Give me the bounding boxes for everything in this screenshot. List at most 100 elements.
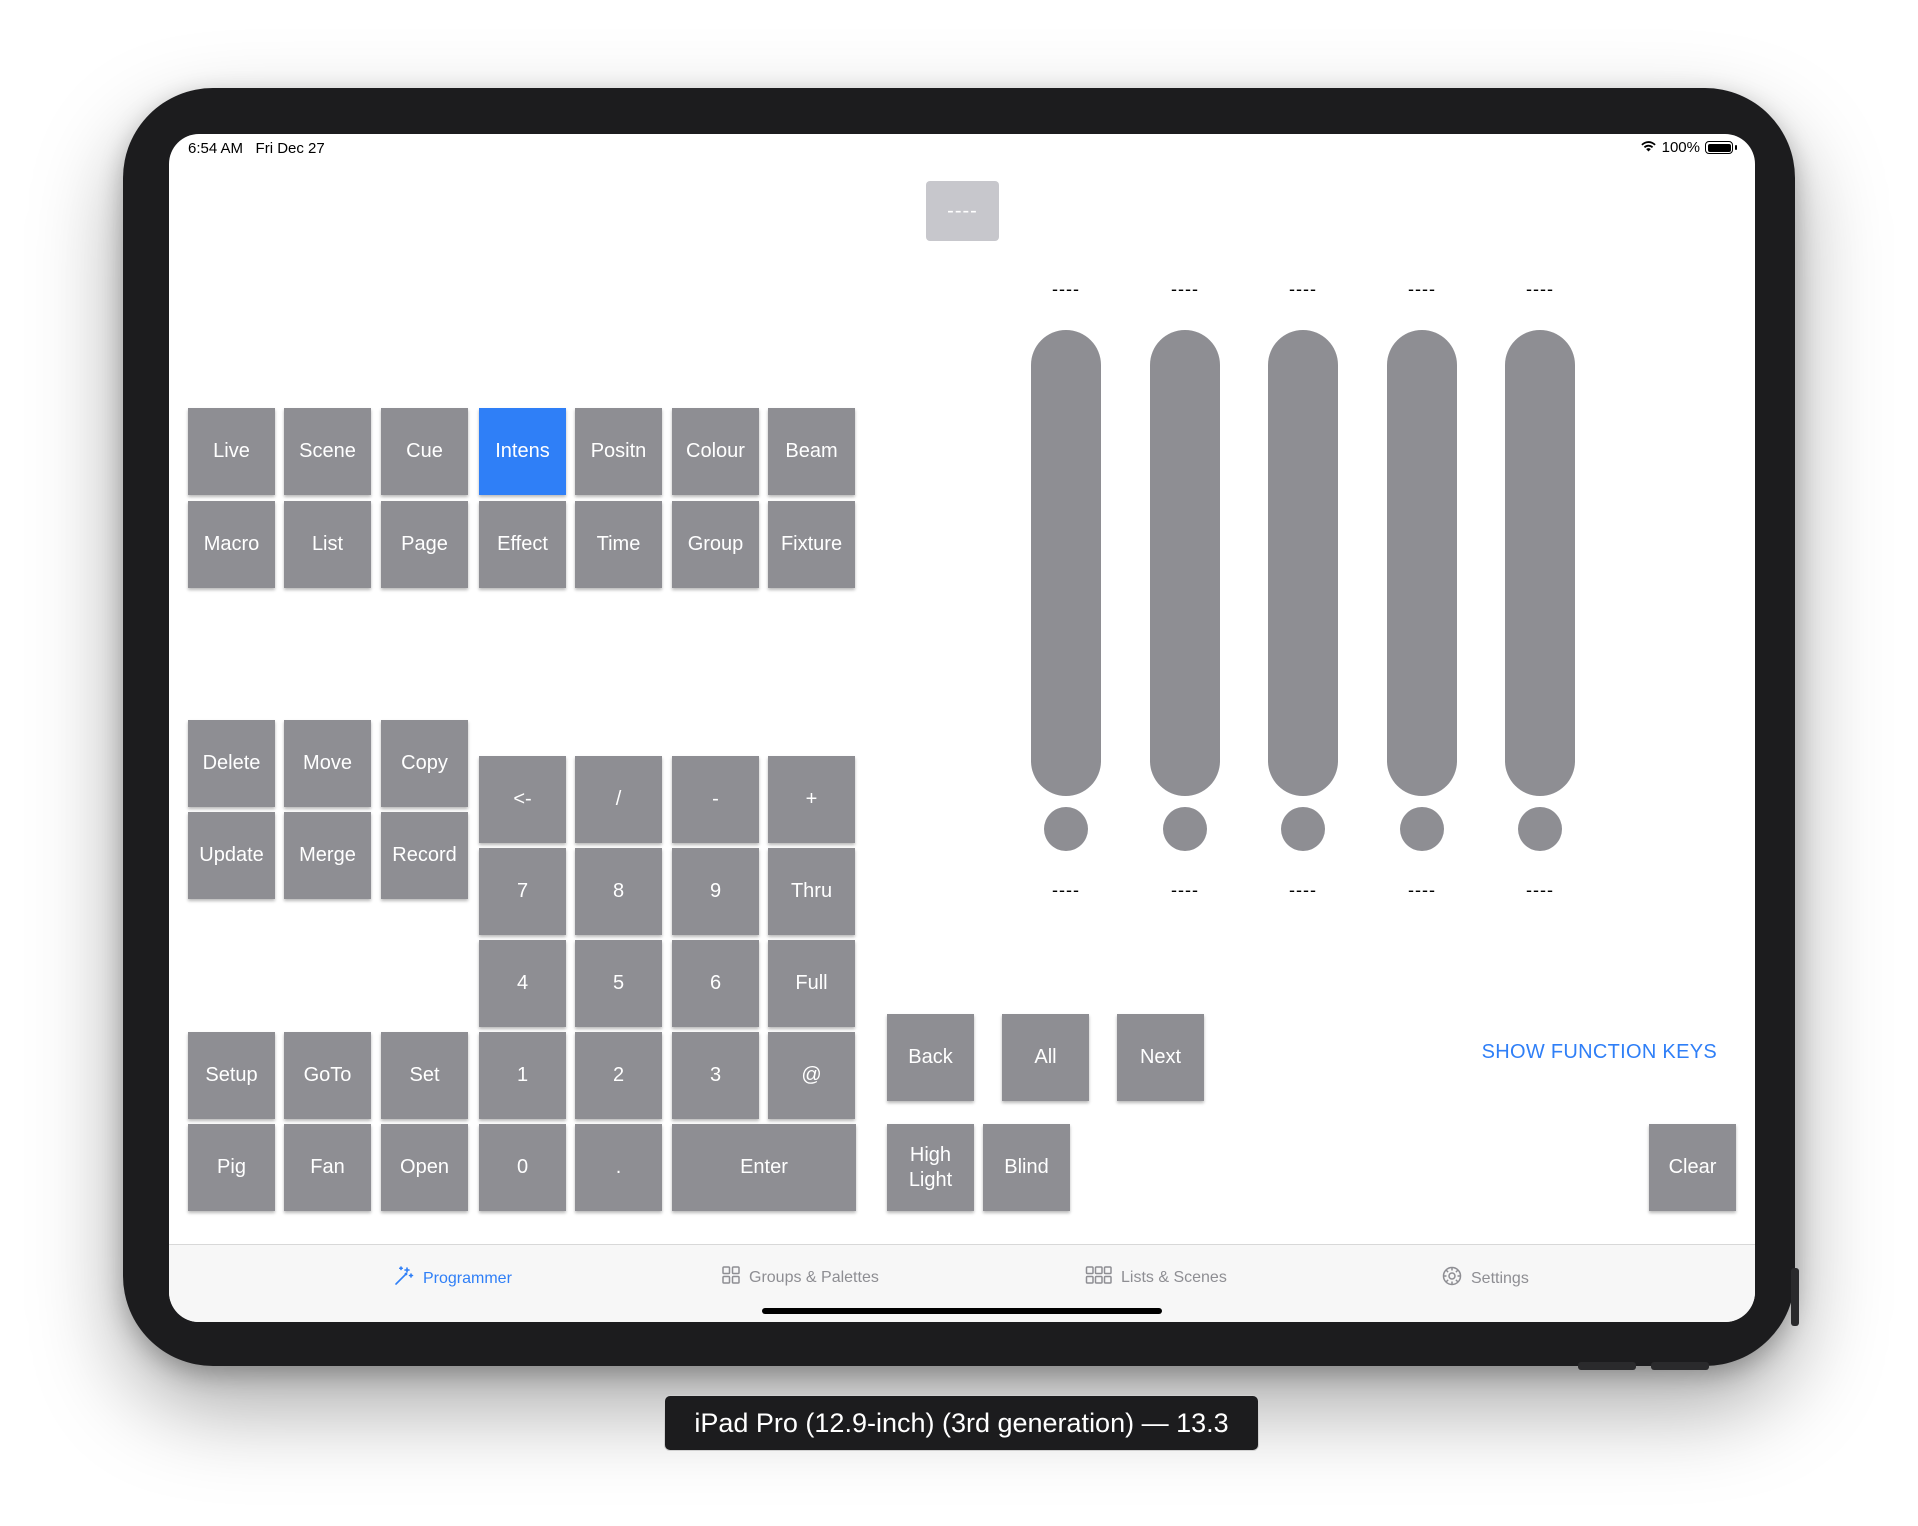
clear-button[interactable]: Clear	[1649, 1124, 1736, 1211]
digit-0-button[interactable]: 0	[479, 1124, 566, 1211]
enter-button[interactable]: Enter	[672, 1124, 856, 1211]
backspace-button[interactable]: <-	[479, 756, 566, 843]
tab-label: Settings	[1471, 1269, 1529, 1287]
live-button[interactable]: Live	[188, 408, 275, 495]
grid-2x2-icon	[721, 1265, 741, 1290]
volume-button	[1651, 1362, 1709, 1370]
home-indicator[interactable]	[762, 1308, 1162, 1314]
effect-button[interactable]: Effect	[479, 501, 566, 588]
fader-3-track[interactable]	[1268, 330, 1338, 796]
fader-3-top-label: ----	[1289, 279, 1317, 299]
fader-4-track[interactable]	[1387, 330, 1457, 796]
status-right: 100%	[1640, 139, 1737, 156]
fader-3-button[interactable]	[1281, 807, 1325, 851]
update-button[interactable]: Update	[188, 812, 275, 899]
open-button[interactable]: Open	[381, 1124, 468, 1211]
intens-button[interactable]: Intens	[479, 408, 566, 495]
minus-button[interactable]: -	[672, 756, 759, 843]
blind-button[interactable]: Blind	[983, 1124, 1070, 1211]
all-button[interactable]: All	[1002, 1014, 1089, 1101]
device-caption: iPad Pro (12.9-inch) (3rd generation) — …	[664, 1395, 1259, 1451]
group-button[interactable]: Group	[672, 501, 759, 588]
digit-1-button[interactable]: 1	[479, 1032, 566, 1119]
status-bar: 6:54 AM Fri Dec 27 100%	[169, 134, 1755, 162]
fan-button[interactable]: Fan	[284, 1124, 371, 1211]
battery-icon	[1705, 141, 1733, 154]
tab-bar: Programmer Groups & Palettes Lists & Sce…	[169, 1244, 1755, 1322]
tab-settings[interactable]: Settings	[1441, 1265, 1529, 1292]
fader-4-button[interactable]	[1400, 807, 1444, 851]
beam-button[interactable]: Beam	[768, 408, 855, 495]
fader-5-button[interactable]	[1518, 807, 1562, 851]
pig-button[interactable]: Pig	[188, 1124, 275, 1211]
show-function-keys-link[interactable]: SHOW FUNCTION KEYS	[1482, 1041, 1717, 1064]
gear-icon	[1441, 1265, 1463, 1292]
digit-7-button[interactable]: 7	[479, 848, 566, 935]
fader-2-bottom-label: ----	[1171, 880, 1199, 900]
volume-button	[1578, 1362, 1636, 1370]
command-display: ----	[926, 181, 999, 241]
tab-programmer[interactable]: Programmer	[393, 1265, 512, 1292]
digit-8-button[interactable]: 8	[575, 848, 662, 935]
macro-button[interactable]: Macro	[188, 501, 275, 588]
copy-button[interactable]: Copy	[381, 720, 468, 807]
digit-4-button[interactable]: 4	[479, 940, 566, 1027]
fader-1-track[interactable]	[1031, 330, 1101, 796]
ipad-screen: 6:54 AM Fri Dec 27 100% ---- Live Scene …	[169, 134, 1755, 1322]
positn-button[interactable]: Positn	[575, 408, 662, 495]
tab-label: Lists & Scenes	[1121, 1268, 1227, 1286]
divide-button[interactable]: /	[575, 756, 662, 843]
delete-button[interactable]: Delete	[188, 720, 275, 807]
digit-3-button[interactable]: 3	[672, 1032, 759, 1119]
record-button[interactable]: Record	[381, 812, 468, 899]
fader-5-top-label: ----	[1526, 279, 1554, 299]
fader-4-top-label: ----	[1408, 279, 1436, 299]
colour-button[interactable]: Colour	[672, 408, 759, 495]
cue-button[interactable]: Cue	[381, 408, 468, 495]
fader-1-button[interactable]	[1044, 807, 1088, 851]
magic-wand-icon	[393, 1265, 415, 1292]
setup-button[interactable]: Setup	[188, 1032, 275, 1119]
fader-2-track[interactable]	[1150, 330, 1220, 796]
tab-label: Programmer	[423, 1269, 512, 1287]
page-button[interactable]: Page	[381, 501, 468, 588]
status-time: 6:54 AM Fri Dec 27	[188, 140, 325, 157]
wifi-icon	[1640, 139, 1657, 156]
grid-3x2-icon	[1085, 1265, 1113, 1290]
set-button[interactable]: Set	[381, 1032, 468, 1119]
full-button[interactable]: Full	[768, 940, 855, 1027]
tab-label: Groups & Palettes	[749, 1268, 879, 1286]
fader-2-top-label: ----	[1171, 279, 1199, 299]
digit-2-button[interactable]: 2	[575, 1032, 662, 1119]
list-button[interactable]: List	[284, 501, 371, 588]
digit-9-button[interactable]: 9	[672, 848, 759, 935]
digit-6-button[interactable]: 6	[672, 940, 759, 1027]
fader-1-top-label: ----	[1052, 279, 1080, 299]
back-button[interactable]: Back	[887, 1014, 974, 1101]
fader-5-track[interactable]	[1505, 330, 1575, 796]
time-button[interactable]: Time	[575, 501, 662, 588]
fader-5-bottom-label: ----	[1526, 880, 1554, 900]
battery-tip	[1735, 145, 1737, 150]
fixture-button[interactable]: Fixture	[768, 501, 855, 588]
digit-5-button[interactable]: 5	[575, 940, 662, 1027]
highlight-button[interactable]: High Light	[887, 1124, 974, 1211]
simulator-stage: 6:54 AM Fri Dec 27 100% ---- Live Scene …	[0, 0, 1918, 1526]
tab-lists-scenes[interactable]: Lists & Scenes	[1085, 1265, 1227, 1290]
fader-1-bottom-label: ----	[1052, 880, 1080, 900]
thru-button[interactable]: Thru	[768, 848, 855, 935]
tab-groups-palettes[interactable]: Groups & Palettes	[721, 1265, 879, 1290]
next-button[interactable]: Next	[1117, 1014, 1204, 1101]
goto-button[interactable]: GoTo	[284, 1032, 371, 1119]
decimal-button[interactable]: .	[575, 1124, 662, 1211]
fader-4-bottom-label: ----	[1408, 880, 1436, 900]
merge-button[interactable]: Merge	[284, 812, 371, 899]
fader-2-button[interactable]	[1163, 807, 1207, 851]
move-button[interactable]: Move	[284, 720, 371, 807]
fader-3-bottom-label: ----	[1289, 880, 1317, 900]
plus-button[interactable]: +	[768, 756, 855, 843]
battery-percent: 100%	[1661, 139, 1700, 156]
side-button	[1791, 1268, 1799, 1326]
at-button[interactable]: @	[768, 1032, 855, 1119]
scene-button[interactable]: Scene	[284, 408, 371, 495]
